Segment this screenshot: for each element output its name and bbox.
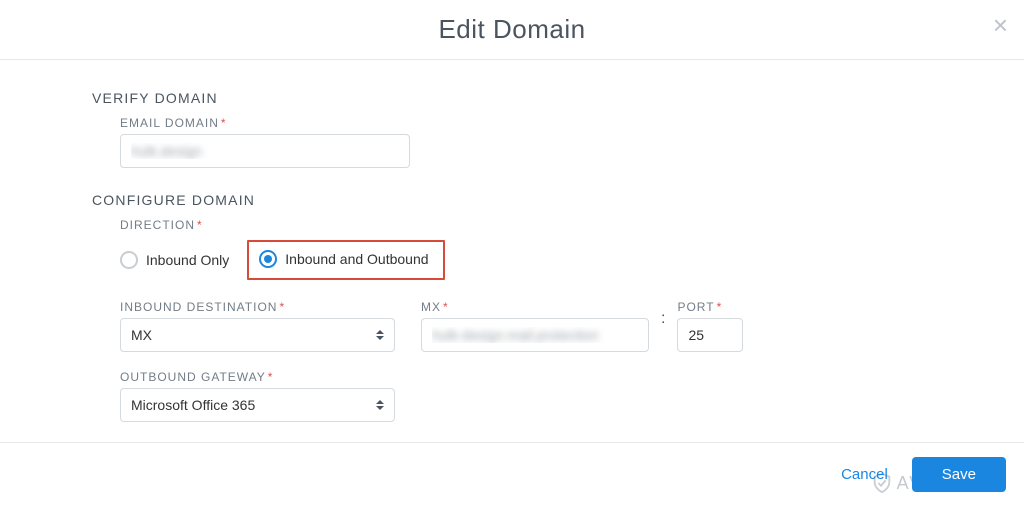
email-domain-input[interactable] bbox=[120, 134, 410, 168]
modal-footer: AVANET Cancel Save bbox=[0, 442, 1024, 506]
required-marker: * bbox=[443, 300, 449, 314]
inbound-destination-select[interactable] bbox=[120, 318, 395, 352]
close-icon[interactable]: × bbox=[993, 12, 1008, 38]
outbound-gateway-label: OUTBOUND GATEWAY* bbox=[120, 370, 932, 384]
outbound-gateway-label-text: OUTBOUND GATEWAY bbox=[120, 370, 266, 384]
required-marker: * bbox=[268, 370, 274, 384]
inbound-destination-label: INBOUND DESTINATION* bbox=[120, 300, 395, 314]
highlight-box: Inbound and Outbound bbox=[247, 240, 444, 280]
inbound-row: INBOUND DESTINATION* MX* : PO bbox=[120, 294, 932, 352]
modal-title: Edit Domain bbox=[438, 14, 585, 45]
required-marker: * bbox=[197, 218, 203, 232]
mx-label-text: MX bbox=[421, 300, 441, 314]
required-marker: * bbox=[279, 300, 285, 314]
direction-label: DIRECTION* bbox=[120, 218, 932, 232]
radio-inbound-outbound[interactable]: Inbound and Outbound bbox=[259, 250, 428, 268]
port-label: PORT* bbox=[677, 300, 743, 314]
port-input[interactable] bbox=[677, 318, 743, 352]
edit-domain-modal: Edit Domain × VERIFY DOMAIN EMAIL DOMAIN… bbox=[0, 0, 1024, 506]
colon-separator: : bbox=[661, 310, 665, 328]
radio-circle-icon bbox=[259, 250, 277, 268]
direction-radio-group: Inbound Only Inbound and Outbound bbox=[120, 240, 932, 280]
direction-label-text: DIRECTION bbox=[120, 218, 195, 232]
radio-circle-icon bbox=[120, 251, 138, 269]
mx-label: MX* bbox=[421, 300, 649, 314]
email-domain-label-text: EMAIL DOMAIN bbox=[120, 116, 219, 130]
required-marker: * bbox=[221, 116, 227, 130]
cancel-button[interactable]: Cancel bbox=[833, 458, 896, 491]
modal-header: Edit Domain × bbox=[0, 0, 1024, 60]
modal-body: VERIFY DOMAIN EMAIL DOMAIN* CONFIGURE DO… bbox=[0, 60, 1024, 442]
required-marker: * bbox=[717, 300, 723, 314]
radio-inbound-outbound-label: Inbound and Outbound bbox=[285, 251, 428, 267]
save-button[interactable]: Save bbox=[912, 457, 1006, 492]
port-label-text: PORT bbox=[677, 300, 714, 314]
email-domain-label: EMAIL DOMAIN* bbox=[120, 116, 932, 130]
outbound-gateway-select[interactable] bbox=[120, 388, 395, 422]
mx-input[interactable] bbox=[421, 318, 649, 352]
radio-inbound-only[interactable]: Inbound Only bbox=[120, 251, 229, 269]
configure-domain-section: CONFIGURE DOMAIN bbox=[92, 192, 932, 208]
inbound-destination-label-text: INBOUND DESTINATION bbox=[120, 300, 277, 314]
radio-inbound-only-label: Inbound Only bbox=[146, 252, 229, 268]
verify-domain-section: VERIFY DOMAIN bbox=[92, 90, 932, 106]
